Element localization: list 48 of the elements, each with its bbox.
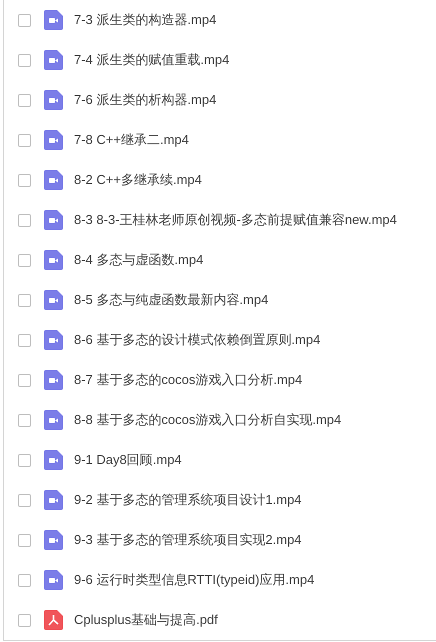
file-name[interactable]: 8-2 C++多继承续.mp4 (74, 170, 202, 190)
file-name[interactable]: 8-3 8-3-王桂林老师原创视频-多态前提赋值兼容new.mp4 (74, 210, 397, 230)
file-name[interactable]: 7-3 派生类的构造器.mp4 (74, 10, 216, 30)
video-file-icon (44, 490, 63, 510)
video-file-icon (44, 210, 63, 230)
file-name[interactable]: 8-4 多态与虚函数.mp4 (74, 250, 204, 270)
file-name[interactable]: 8-8 基于多态的cocos游戏入口分析自实现.mp4 (74, 410, 342, 430)
file-name[interactable]: 9-2 基于多态的管理系统项目设计1.mp4 (74, 490, 302, 510)
checkbox[interactable] (18, 574, 31, 586)
video-file-icon (44, 130, 63, 150)
video-file-icon (44, 250, 63, 270)
video-file-icon (44, 450, 63, 470)
video-file-icon (44, 570, 63, 590)
checkbox[interactable] (18, 294, 31, 306)
pdf-file-icon (44, 610, 63, 630)
file-name[interactable]: 9-6 运行时类型信息RTTI(typeid)应用.mp4 (74, 570, 314, 590)
file-name[interactable]: 8-7 基于多态的cocos游戏入口分析.mp4 (74, 370, 302, 390)
video-file-icon (44, 530, 63, 550)
file-name[interactable]: 8-6 基于多态的设计模式依赖倒置原则.mp4 (74, 330, 320, 350)
checkbox[interactable] (18, 174, 31, 186)
video-file-icon (44, 170, 63, 190)
checkbox[interactable] (18, 254, 31, 266)
file-name[interactable]: 8-5 多态与纯虚函数最新内容.mp4 (74, 290, 268, 310)
checkbox[interactable] (18, 414, 31, 426)
file-name[interactable]: 9-3 基于多态的管理系统项目实现2.mp4 (74, 530, 302, 550)
checkbox[interactable] (18, 334, 31, 346)
checkbox[interactable] (18, 374, 31, 386)
checkbox[interactable] (18, 214, 31, 226)
checkbox[interactable] (18, 614, 31, 626)
file-name[interactable]: 9-1 Day8回顾.mp4 (74, 450, 182, 470)
video-file-icon (44, 10, 63, 30)
checkbox[interactable] (18, 14, 31, 26)
checkbox[interactable] (18, 134, 31, 146)
checkbox[interactable] (18, 454, 31, 466)
file-name[interactable]: Cplusplus基础与提高.pdf (74, 610, 218, 630)
checkbox[interactable] (18, 54, 31, 66)
file-name[interactable]: 7-6 派生类的析构器.mp4 (74, 90, 216, 110)
video-file-icon (44, 50, 63, 70)
video-file-icon (44, 330, 63, 350)
file-name[interactable]: 7-4 派生类的赋值重载.mp4 (74, 50, 230, 70)
file-name[interactable]: 7-8 C++继承二.mp4 (74, 130, 189, 150)
video-file-icon (44, 290, 63, 310)
video-file-icon (44, 410, 63, 430)
checkbox[interactable] (18, 494, 31, 506)
checkbox[interactable] (18, 94, 31, 106)
video-file-icon (44, 90, 63, 110)
checkbox[interactable] (18, 534, 31, 546)
video-file-icon (44, 370, 63, 390)
